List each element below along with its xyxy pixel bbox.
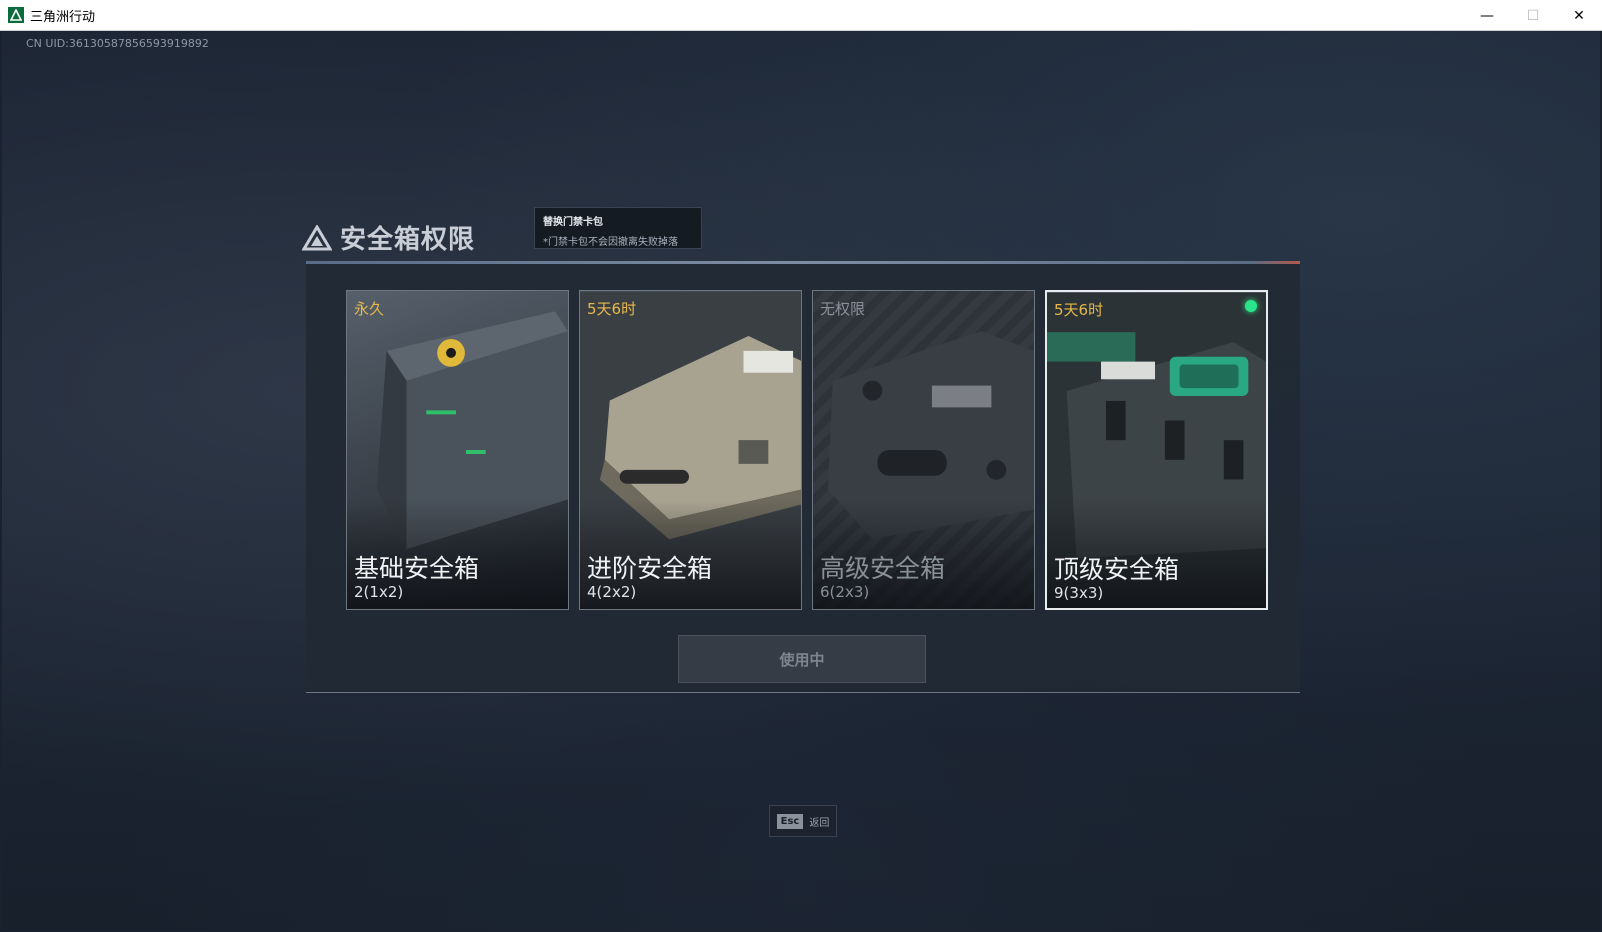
minimize-button[interactable]: — [1464, 0, 1510, 31]
safe-box-card-list: 永久 基础安全箱 2(1x2) 5天6时 进阶安全箱 4(2x2) 无权限 高级… [346, 290, 1268, 610]
card-duration-tag: 5天6时 [1054, 301, 1104, 319]
maximize-button[interactable]: ☐ [1510, 0, 1556, 31]
window-controls: — ☐ ✕ [1464, 0, 1602, 31]
app-logo-icon [8, 7, 24, 23]
card-name: 高级安全箱 [820, 554, 946, 583]
active-indicator-icon [1245, 300, 1257, 312]
keycard-tooltip: 替换门禁卡包 *门禁卡包不会因撤离失败掉落 [534, 207, 702, 249]
card-capacity: 4(2x2) [587, 583, 637, 601]
card-name: 进阶安全箱 [587, 554, 713, 583]
safe-box-panel: 永久 基础安全箱 2(1x2) 5天6时 进阶安全箱 4(2x2) 无权限 高级… [306, 261, 1300, 693]
card-name: 顶级安全箱 [1054, 555, 1180, 584]
panel-title: 安全箱权限 [340, 225, 476, 255]
card-name: 基础安全箱 [354, 554, 480, 583]
esc-back-label: 返回 [809, 817, 830, 829]
delta-logo-icon [302, 224, 332, 250]
panel-top-border [306, 261, 1300, 264]
uid-label: CN UID:36130587856593919892 [26, 37, 209, 50]
in-use-button[interactable]: 使用中 [678, 635, 926, 683]
card-capacity: 9(3x3) [1054, 584, 1104, 602]
panel-header: 安全箱权限 [302, 219, 475, 256]
card-duration-tag: 永久 [354, 300, 385, 318]
safe-box-card-advanced[interactable]: 5天6时 进阶安全箱 4(2x2) [579, 290, 802, 610]
tooltip-note: *门禁卡包不会因撤离失败掉落 [543, 237, 678, 248]
card-capacity: 6(2x3) [820, 583, 870, 601]
close-button[interactable]: ✕ [1556, 0, 1602, 31]
safe-box-card-premium[interactable]: 无权限 高级安全箱 6(2x3) [812, 290, 1035, 610]
card-duration-tag: 5天6时 [587, 300, 637, 318]
card-duration-tag: 无权限 [820, 300, 866, 318]
esc-back-button[interactable]: Esc 返回 [769, 805, 837, 837]
window-title: 三角洲行动 [30, 9, 96, 25]
window-titlebar: 三角洲行动 — ☐ ✕ [0, 0, 1602, 31]
tooltip-title: 替换门禁卡包 [543, 217, 603, 228]
safe-box-card-basic[interactable]: 永久 基础安全箱 2(1x2) [346, 290, 569, 610]
safe-box-card-top[interactable]: 5天6时 顶级安全箱 9(3x3) [1045, 290, 1268, 610]
game-viewport: CN UID:36130587856593919892 安全箱权限 替换门禁卡包… [2, 31, 1600, 930]
esc-key-icon: Esc [776, 813, 804, 829]
card-capacity: 2(1x2) [354, 583, 404, 601]
